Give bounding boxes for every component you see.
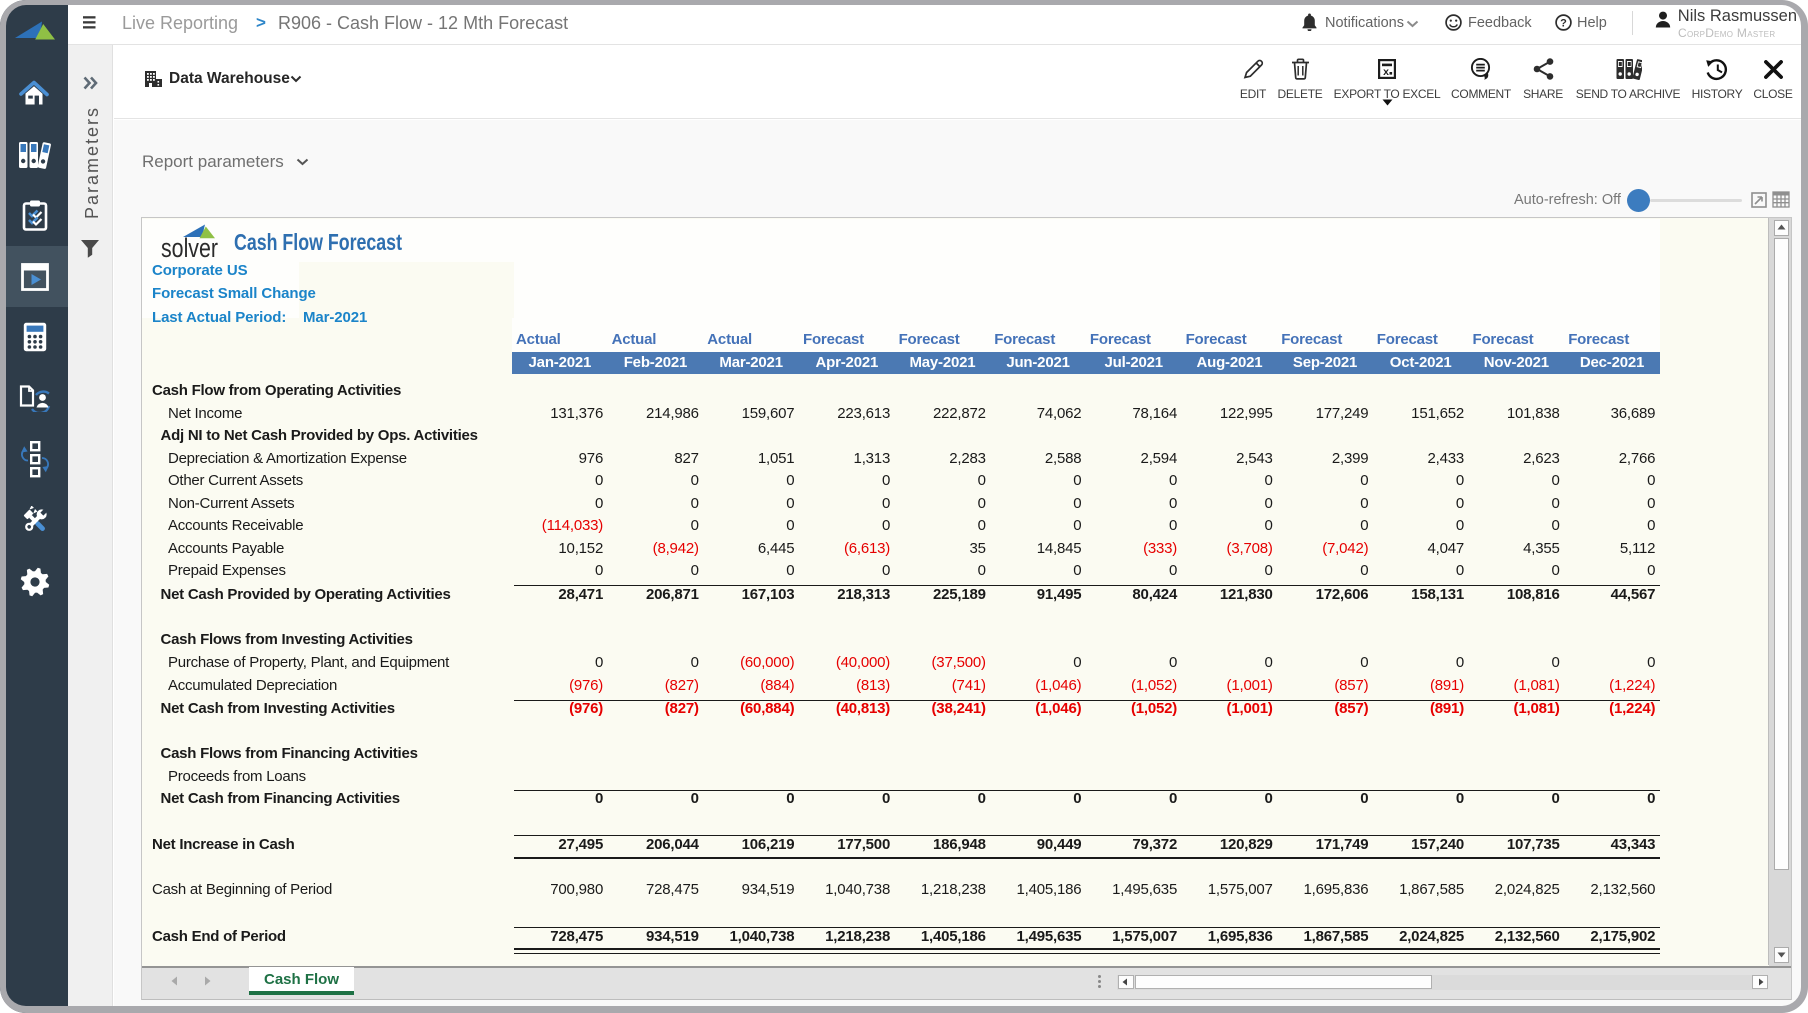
svg-text:Cash Flow Forecast: Cash Flow Forecast <box>234 229 402 255</box>
svg-text:solver: solver <box>161 233 218 261</box>
svg-text:x: x <box>1383 66 1389 78</box>
svg-text:?: ? <box>1560 17 1567 29</box>
